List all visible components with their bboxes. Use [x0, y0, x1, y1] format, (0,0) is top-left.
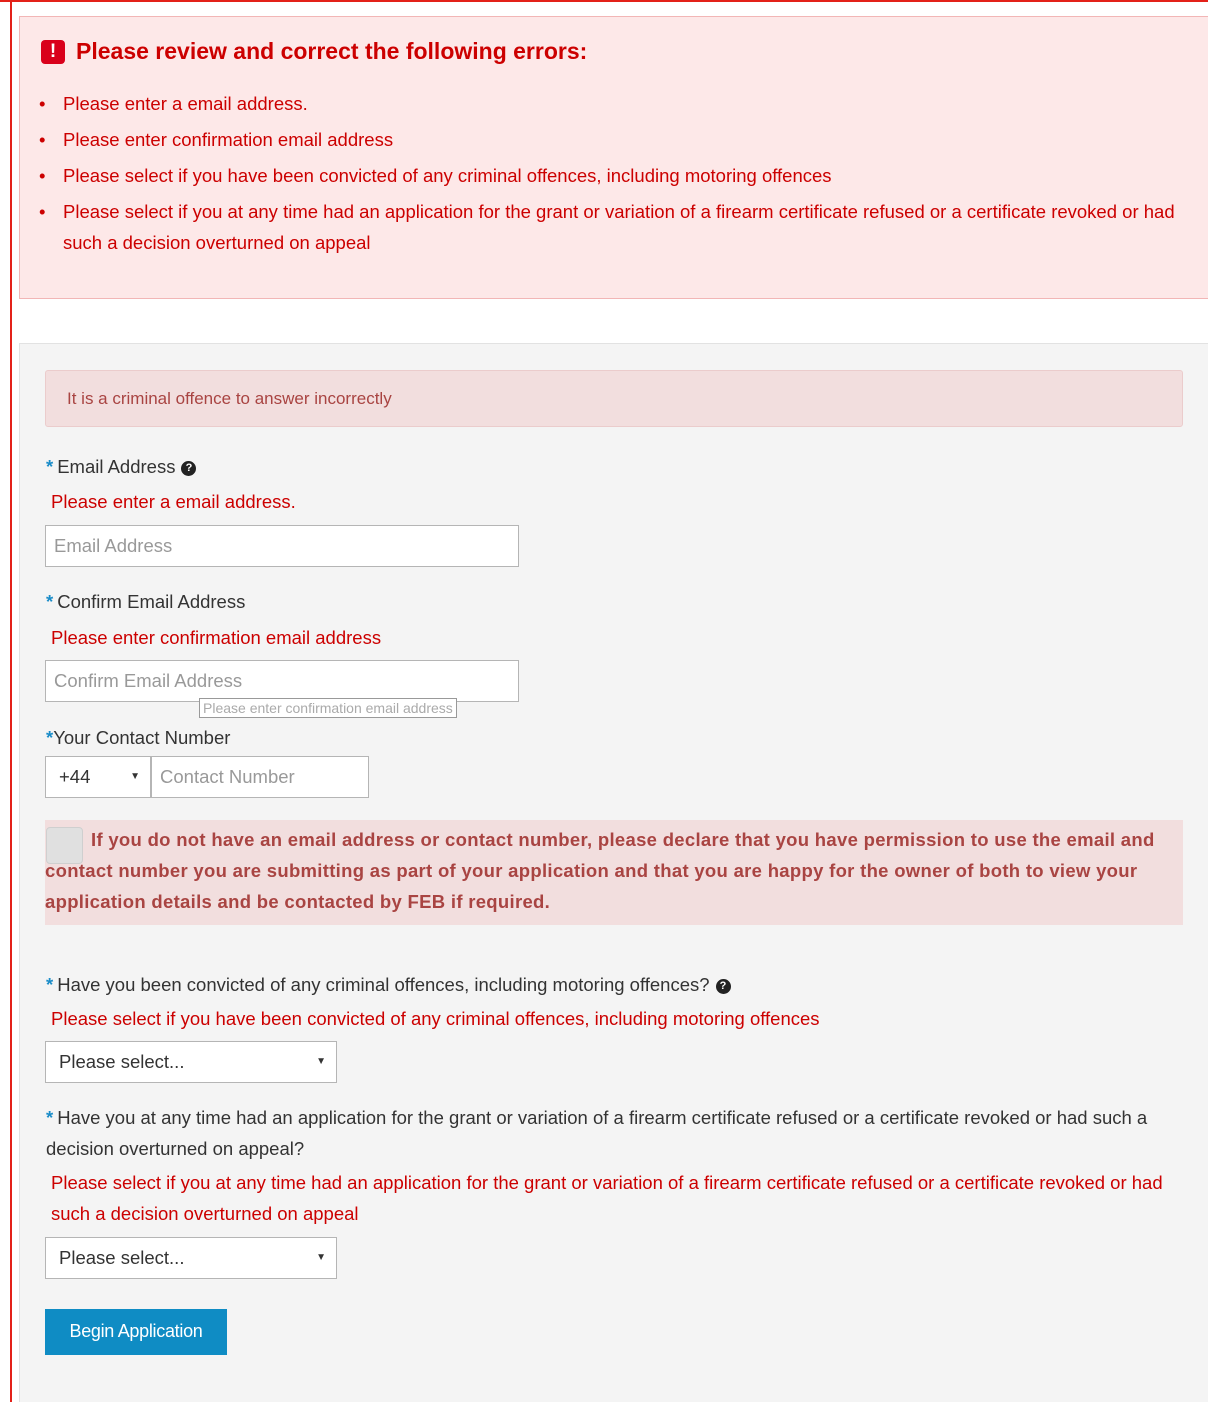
frame-left-border [10, 0, 12, 1402]
frame-top-border [0, 0, 1208, 2]
declaration-text: If you do not have an email address or c… [45, 829, 1155, 912]
required-star: * [46, 456, 54, 477]
dropdown-caret-icon: ▼ [316, 1056, 326, 1067]
dropdown-caret-icon: ▼ [130, 771, 140, 782]
error-item: Please enter confirmation email address [20, 124, 1180, 155]
criminal-offence-notice: It is a criminal offence to answer incor… [45, 370, 1183, 427]
convicted-select[interactable]: Please select... ▼ [45, 1041, 337, 1083]
refused-question-text: Have you at any time had an application … [46, 1107, 1148, 1159]
error-list: Please enter a email address. Please ent… [20, 88, 1180, 263]
error-summary-title: Please review and correct the following … [76, 38, 588, 64]
dropdown-caret-icon: ▼ [316, 1252, 326, 1263]
convicted-question-label: * Have you been convicted of any criminal… [46, 969, 1186, 1000]
contact-number-input[interactable] [151, 756, 369, 798]
contact-number-label-text: Your Contact Number [53, 727, 231, 748]
country-code-select[interactable]: +44 ▼ [45, 756, 151, 798]
email-input[interactable] [45, 525, 519, 567]
contact-number-label: *Your Contact Number [46, 727, 230, 749]
exclamation-alert-icon: ! [41, 39, 65, 64]
email-label: * Email Address? [46, 456, 197, 478]
confirm-email-label-text: Confirm Email Address [57, 591, 246, 612]
required-star: * [46, 591, 54, 612]
error-summary: ! Please review and correct the followin… [19, 16, 1208, 299]
error-summary-header: ! Please review and correct the followin… [41, 38, 587, 65]
convicted-error: Please select if you have been convicted… [51, 1008, 820, 1029]
begin-application-button[interactable]: Begin Application [45, 1309, 227, 1355]
error-item: Please select if you have been convicted… [20, 160, 1180, 191]
question-help-icon[interactable]: ? [715, 979, 731, 994]
convicted-select-value: Please select... [59, 1051, 185, 1072]
confirm-email-label: * Confirm Email Address [46, 591, 245, 613]
confirm-email-input[interactable] [45, 660, 519, 702]
email-error: Please enter a email address. [51, 491, 296, 512]
required-star: * [46, 1107, 54, 1128]
application-form: It is a criminal offence to answer incor… [19, 343, 1208, 1402]
refused-question-label: * Have you at any time had an application… [46, 1102, 1186, 1164]
country-code-value: +44 [59, 766, 91, 787]
validation-tooltip: Please enter confirmation email address [199, 698, 457, 718]
convicted-question-text: Have you been convicted of any criminal … [57, 974, 710, 995]
refused-select[interactable]: Please select... ▼ [45, 1237, 337, 1279]
confirm-email-error: Please enter confirmation email address [51, 627, 382, 648]
error-item: Please select if you at any time had an … [20, 196, 1180, 258]
required-star: * [46, 974, 54, 995]
email-label-text: Email Address [57, 456, 176, 477]
contact-declaration: If you do not have an email address or c… [45, 820, 1183, 925]
error-item: Please enter a email address. [20, 88, 1180, 119]
refused-select-value: Please select... [59, 1247, 185, 1268]
refused-error: Please select if you at any time had an … [51, 1172, 1163, 1224]
question-help-icon[interactable]: ? [181, 461, 197, 476]
